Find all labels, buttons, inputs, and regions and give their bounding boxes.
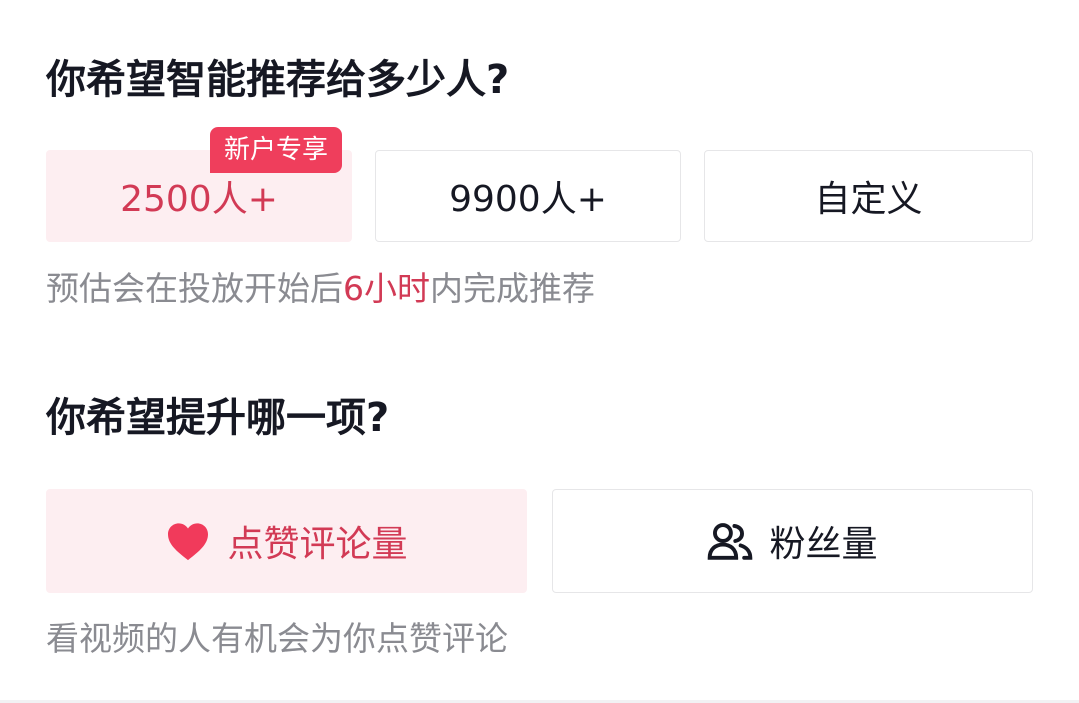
goal-option-followers[interactable]: 粉丝量 xyxy=(552,489,1033,593)
goal-question-title: 你希望提升哪一项? xyxy=(46,395,390,441)
goal-hint: 看视频的人有机会为你点赞评论 xyxy=(46,619,508,658)
reach-question-title: 你希望智能推荐给多少人? xyxy=(46,57,510,103)
reach-option-label: 2500人+ xyxy=(120,179,278,220)
goal-option-label: 粉丝量 xyxy=(769,524,878,565)
heart-icon xyxy=(165,518,211,564)
hint-suffix: 内完成推荐 xyxy=(430,269,595,308)
hint-duration: 6小时 xyxy=(343,269,430,308)
reach-option-9900[interactable]: 9900人+ xyxy=(375,150,681,242)
hint-prefix: 预估会在投放开始后 xyxy=(46,269,343,308)
new-user-badge: 新户专享 xyxy=(210,127,343,173)
reach-option-label: 9900人+ xyxy=(449,179,607,220)
reach-option-custom[interactable]: 自定义 xyxy=(704,150,1033,242)
reach-option-label: 自定义 xyxy=(814,179,923,220)
goal-option-label: 点赞评论量 xyxy=(227,524,408,565)
goal-option-likes-comments[interactable]: 点赞评论量 xyxy=(46,489,527,593)
users-icon xyxy=(707,518,753,564)
reach-estimate-hint: 预估会在投放开始后6小时内完成推荐 xyxy=(46,272,595,305)
